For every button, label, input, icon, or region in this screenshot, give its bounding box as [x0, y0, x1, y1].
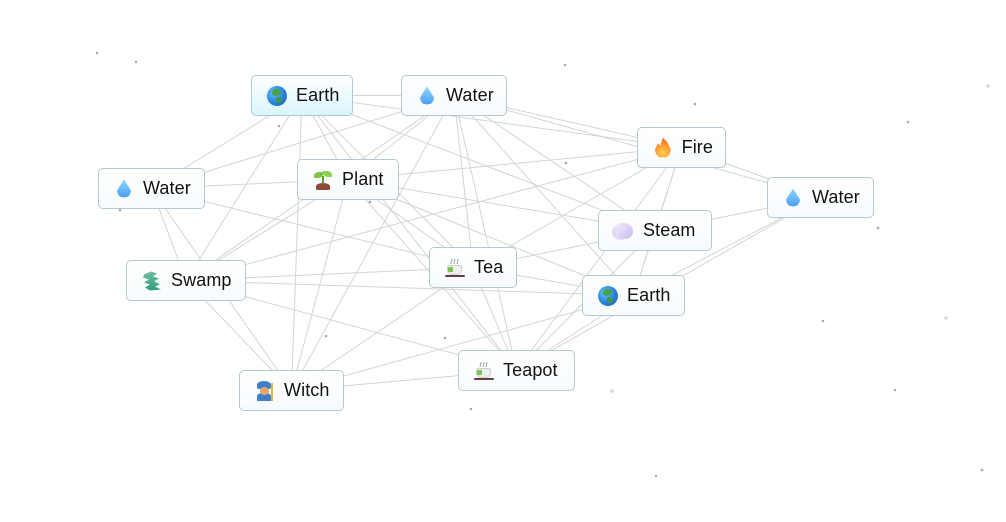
element-node-water[interactable]: Water: [401, 75, 507, 116]
element-label: Fire: [681, 137, 713, 157]
background-particle: [893, 388, 897, 392]
steam-cloud-icon: [613, 220, 635, 242]
background-particle: [821, 319, 825, 323]
background-particle: [980, 468, 984, 472]
background-particle: [564, 161, 568, 165]
teacup-icon: [444, 257, 466, 279]
element-node-water[interactable]: Water: [98, 168, 205, 209]
element-label: Plant: [342, 169, 384, 189]
element-node-earth[interactable]: Earth: [582, 275, 685, 316]
background-particle: [944, 316, 948, 320]
element-node-earth[interactable]: Earth: [251, 75, 353, 116]
background-particle: [277, 124, 281, 128]
connection-line: [516, 147, 682, 371]
background-particle: [368, 200, 372, 204]
background-particle: [610, 389, 614, 393]
element-label: Water: [812, 187, 860, 207]
element-node-plant[interactable]: Plant: [297, 159, 399, 200]
element-node-witch[interactable]: Witch: [239, 370, 344, 411]
connection-line: [453, 95, 517, 371]
background-particle: [95, 51, 99, 55]
fire-icon: [652, 137, 674, 159]
connection-line: [291, 95, 303, 391]
element-label: Earth: [296, 85, 340, 105]
element-label: Water: [446, 85, 494, 105]
water-drop-icon: [782, 187, 804, 209]
background-particle: [654, 474, 658, 478]
background-particle: [118, 208, 122, 212]
element-label: Earth: [627, 285, 671, 305]
element-label: Teapot: [503, 360, 558, 380]
swamp-icon: [141, 270, 163, 292]
element-node-swamp[interactable]: Swamp: [126, 260, 246, 301]
element-label: Water: [143, 178, 191, 198]
globe-icon: [597, 285, 619, 307]
element-node-water[interactable]: Water: [767, 177, 874, 218]
teacup-icon: [473, 360, 495, 382]
connection-line: [453, 95, 474, 268]
background-particle: [443, 336, 447, 340]
element-node-fire[interactable]: Fire: [637, 127, 726, 168]
background-particle: [986, 84, 990, 88]
water-drop-icon: [113, 178, 135, 200]
element-node-steam[interactable]: Steam: [598, 210, 712, 251]
background-particle: [906, 120, 910, 124]
globe-icon: [266, 85, 288, 107]
element-label: Tea: [474, 257, 504, 277]
background-particle: [876, 226, 880, 230]
witch-icon: [254, 380, 276, 402]
element-label: Swamp: [171, 270, 232, 290]
element-node-tea[interactable]: Tea: [429, 247, 517, 288]
background-particle: [469, 407, 473, 411]
element-label: Witch: [284, 380, 330, 400]
element-node-teapot[interactable]: Teapot: [458, 350, 575, 391]
background-particle: [693, 102, 697, 106]
seedling-icon: [312, 169, 334, 191]
element-label: Steam: [643, 220, 696, 240]
craft-canvas[interactable]: Earth Water Fire Water Plant Water Steam…: [0, 0, 1006, 522]
background-particle: [563, 63, 567, 67]
connection-line: [185, 280, 634, 296]
water-drop-icon: [416, 85, 438, 107]
background-particle: [324, 334, 328, 338]
background-particle: [134, 60, 138, 64]
